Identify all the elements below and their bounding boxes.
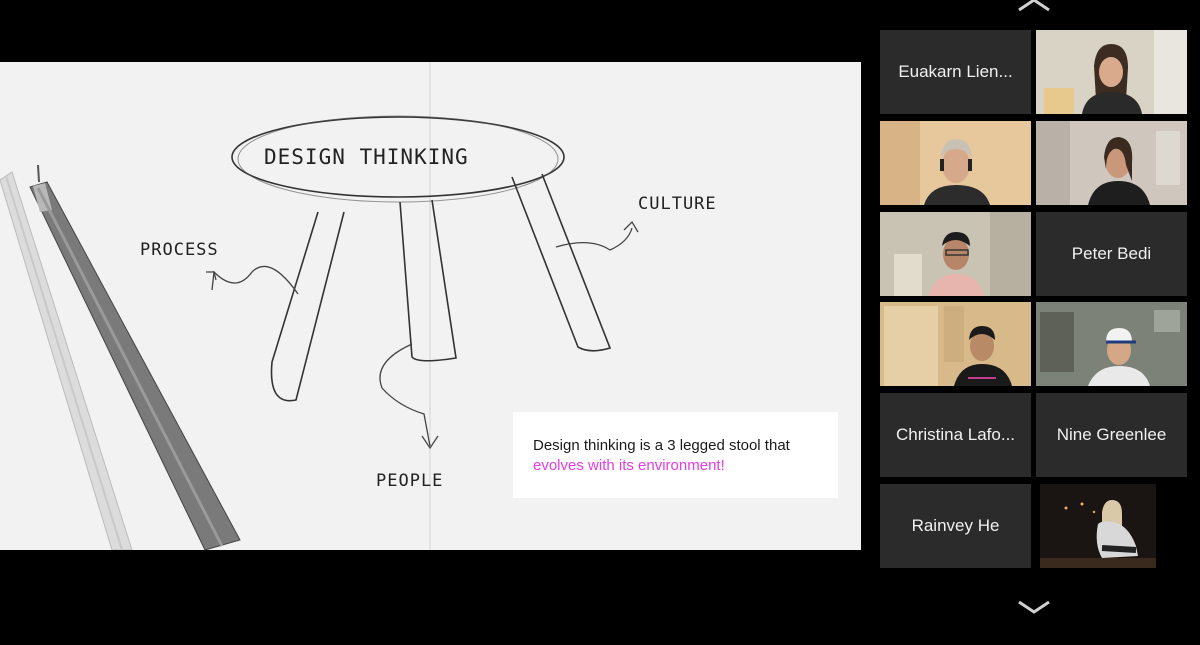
participant-tile[interactable]: Peter Bedi (1036, 212, 1187, 296)
participant-video-tile[interactable] (880, 212, 1031, 296)
participant-video-tile[interactable] (880, 121, 1031, 205)
participant-video-tile[interactable] (1036, 302, 1187, 386)
slide-caption: Design thinking is a 3 legged stool that… (513, 412, 838, 498)
stool-legs-sketch (270, 173, 612, 402)
slide-title: DESIGN THINKING (264, 145, 469, 169)
participant-video-feed (1036, 302, 1187, 386)
participant-video-feed (880, 121, 1031, 205)
label-people: PEOPLE (376, 471, 443, 491)
chevron-down-icon[interactable] (1017, 599, 1051, 615)
participant-video-feed (1036, 30, 1187, 114)
participant-name: Rainvey He (911, 516, 1000, 535)
label-process: PROCESS (140, 240, 219, 260)
caption-highlight: evolves with its environment! (533, 457, 725, 474)
shared-screen-slide: DESIGN THINKING PROCESS CULTURE PEOPLE D… (0, 62, 861, 550)
participant-tile[interactable]: Christina Lafo... (880, 393, 1031, 477)
label-culture: CULTURE (638, 194, 717, 214)
participant-tile[interactable]: Euakarn Lien... (880, 30, 1031, 114)
participant-video-tile[interactable] (1036, 484, 1187, 568)
participant-video-feed (880, 302, 1031, 386)
chevron-up-icon[interactable] (1017, 0, 1051, 12)
participant-video-feed (880, 212, 1031, 296)
participant-name: Peter Bedi (1071, 244, 1152, 263)
participant-video-tile-active-speaker[interactable] (1036, 121, 1187, 205)
participant-video-feed (1036, 121, 1187, 205)
participant-name: Nine Greenlee (1056, 425, 1167, 444)
participant-name: Euakarn Lien... (898, 62, 1013, 81)
participant-name: Christina Lafo... (895, 425, 1016, 444)
participant-video-feed (1036, 484, 1187, 568)
participant-tile[interactable]: Rainvey He (880, 484, 1031, 568)
caption-text: Design thinking is a 3 legged stool that (533, 437, 790, 454)
participant-tile[interactable]: Nine Greenlee (1036, 393, 1187, 477)
participant-video-tile[interactable] (880, 302, 1031, 386)
participant-video-tile[interactable] (1036, 30, 1187, 114)
